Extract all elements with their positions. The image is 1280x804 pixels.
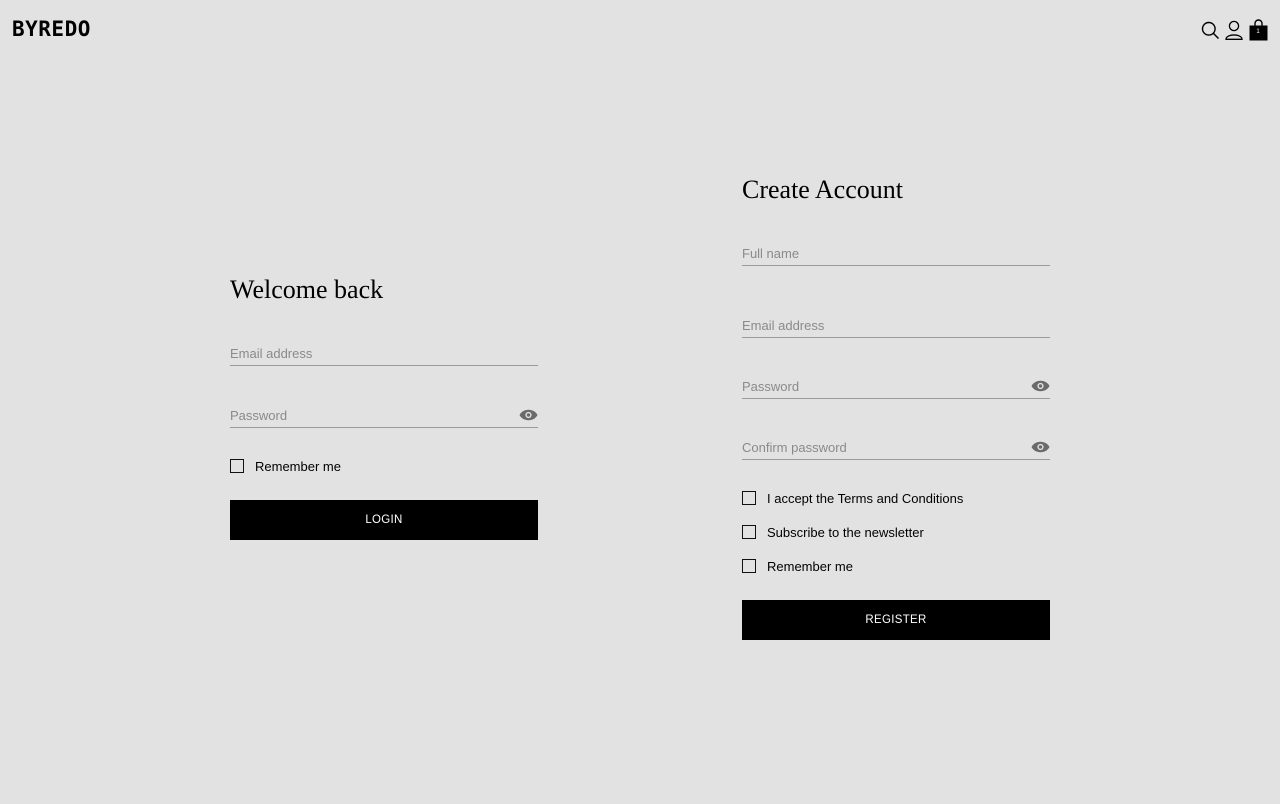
cart-icon[interactable]: 1: [1248, 19, 1268, 41]
terms-checkbox-row[interactable]: I accept the Terms and Conditions: [742, 489, 1050, 507]
search-icon[interactable]: [1200, 19, 1220, 41]
brand-logo[interactable]: BYREDO: [12, 17, 91, 41]
login-password-input[interactable]: [230, 405, 510, 425]
register-password-input[interactable]: [742, 376, 1022, 396]
register-email-field: [742, 315, 1050, 338]
login-remember-checkbox-row[interactable]: Remember me: [230, 457, 538, 475]
login-email-field: [230, 343, 538, 366]
newsletter-checkbox-row[interactable]: Subscribe to the newsletter: [742, 523, 1050, 541]
register-remember-checkbox-row[interactable]: Remember me: [742, 557, 1050, 575]
show-confirm-password-eye-icon[interactable]: [1031, 440, 1050, 458]
show-password-eye-icon[interactable]: [519, 408, 538, 426]
register-title: Create Account: [742, 175, 903, 204]
account-icon[interactable]: [1224, 19, 1244, 41]
register-form: Create Account I accept the Terms and Co…: [742, 172, 1050, 640]
cart-count: 1: [1256, 29, 1260, 35]
newsletter-label: Subscribe to the newsletter: [767, 524, 924, 540]
register-button[interactable]: REGISTER: [742, 600, 1050, 640]
register-confirm-password-field: [742, 437, 1050, 460]
terms-label: I accept the Terms and Conditions: [767, 490, 964, 506]
login-title: Welcome back: [230, 275, 384, 304]
register-remember-checkbox[interactable]: [742, 559, 756, 573]
register-fullname-field: [742, 243, 1050, 266]
show-password-eye-icon[interactable]: [1031, 379, 1050, 397]
register-confirm-password-input[interactable]: [742, 437, 1022, 457]
login-remember-label: Remember me: [255, 458, 341, 474]
header-actions: 1: [1200, 19, 1268, 41]
login-password-field: [230, 405, 538, 428]
login-button[interactable]: LOGIN: [230, 500, 538, 540]
register-remember-label: Remember me: [767, 558, 853, 574]
terms-checkbox[interactable]: [742, 491, 756, 505]
register-password-field: [742, 376, 1050, 399]
register-fullname-input[interactable]: [742, 243, 1022, 263]
login-form: Welcome back Remember me LOGIN: [230, 272, 538, 540]
login-remember-checkbox[interactable]: [230, 459, 244, 473]
login-email-input[interactable]: [230, 343, 510, 363]
newsletter-checkbox[interactable]: [742, 525, 756, 539]
register-email-input[interactable]: [742, 315, 1022, 335]
